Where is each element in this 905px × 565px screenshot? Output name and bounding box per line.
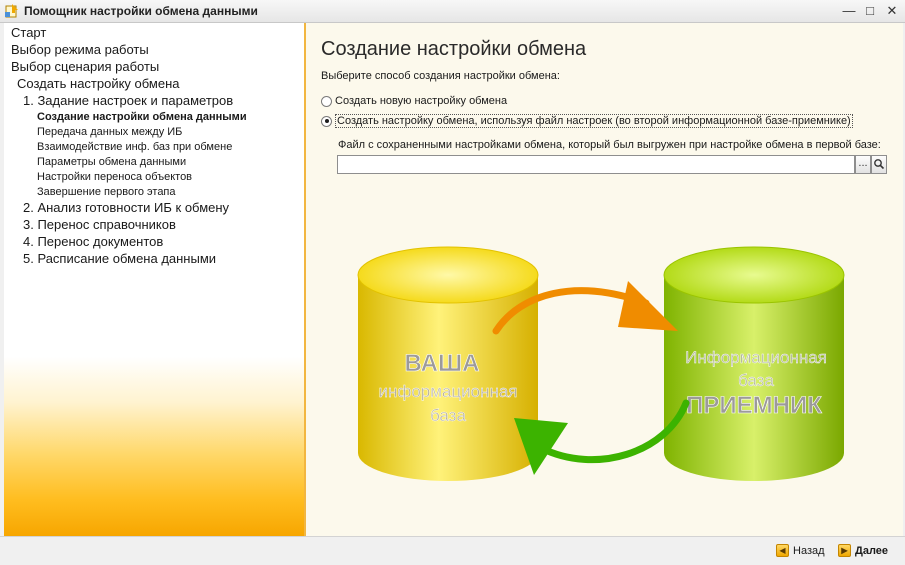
import-arrow-icon — [514, 399, 690, 475]
source-line1: ВАША — [405, 350, 480, 377]
main-panel: Создание настройки обмена Выберите спосо… — [306, 23, 903, 536]
minimize-icon[interactable]: — — [840, 2, 858, 20]
back-label: Назад — [793, 544, 825, 557]
close-icon[interactable]: ✕ — [883, 2, 901, 20]
sidebar-item-step-4[interactable]: 4. Перенос документов — [23, 234, 163, 249]
sidebar-item-mode[interactable]: Выбор режима работы — [11, 42, 149, 57]
sidebar-item-finish-stage[interactable]: Завершение первого этапа — [37, 186, 176, 198]
sidebar-item-interaction[interactable]: Взаимодействие инф. баз при обмене — [37, 141, 232, 153]
back-button[interactable]: ◀ Назад — [776, 542, 825, 559]
target-line3: ПРИЕМНИК — [686, 392, 822, 419]
target-db-icon: Информационная база ПРИЕМНИК — [663, 246, 845, 481]
page-title: Создание настройки обмена — [321, 38, 587, 60]
sidebar-item-step-3[interactable]: 3. Перенос справочников — [23, 217, 176, 232]
search-icon — [874, 159, 885, 170]
sidebar-item-step-1[interactable]: 1. Задание настроек и параметров — [23, 93, 233, 108]
method-prompt: Выберите способ создания настройки обмен… — [321, 70, 560, 82]
option-from-file[interactable]: Создать настройку обмена, используя файл… — [321, 113, 853, 129]
sidebar-item-start[interactable]: Старт — [11, 25, 46, 40]
radio-from-file[interactable] — [321, 115, 332, 127]
sidebar-item-parameters[interactable]: Параметры обмена данными — [37, 156, 186, 168]
title-bar: Помощник настройки обмена данными — □ ✕ — [0, 0, 905, 23]
window-title: Помощник настройки обмена данными — [24, 4, 258, 18]
sidebar-item-data-transfer[interactable]: Передача данных между ИБ — [37, 126, 182, 138]
sidebar-item-step-2[interactable]: 2. Анализ готовности ИБ к обмену — [23, 200, 229, 215]
app-icon — [5, 4, 18, 18]
source-line3: база — [430, 406, 466, 425]
sidebar-item-object-transfer[interactable]: Настройки переноса объектов — [37, 171, 192, 183]
next-label: Далее — [855, 544, 889, 557]
option-from-file-label[interactable]: Создать настройку обмена, используя файл… — [335, 114, 853, 128]
open-file-button[interactable] — [871, 155, 887, 174]
file-field-label: Файл с сохраненными настройками обмена, … — [338, 139, 881, 151]
maximize-icon[interactable]: □ — [861, 2, 879, 20]
sidebar-item-scenario[interactable]: Выбор сценария работы — [11, 59, 159, 74]
arrow-left-icon: ◀ — [776, 544, 789, 557]
sidebar-item-create-settings-current[interactable]: Создание настройки обмена данными — [37, 111, 247, 123]
next-button[interactable]: ▶ Далее — [838, 542, 888, 559]
steps-sidebar: Старт Выбор режима работы Выбор сценария… — [4, 23, 306, 536]
source-line2: информационная — [378, 382, 517, 401]
target-line2: база — [738, 371, 774, 390]
option-new-settings-label[interactable]: Создать новую настройку обмена — [335, 95, 507, 107]
settings-file-input[interactable] — [337, 155, 855, 174]
radio-new-settings[interactable] — [321, 95, 332, 107]
footer-bar: ◀ Назад ▶ Далее — [0, 536, 905, 565]
sidebar-item-step-5[interactable]: 5. Расписание обмена данными — [23, 251, 216, 266]
browse-button[interactable]: ... — [855, 155, 871, 174]
source-db-icon: ВАША информационная база — [357, 246, 539, 481]
target-line1: Информационная — [685, 348, 827, 367]
arrow-right-icon: ▶ — [838, 544, 851, 557]
exchange-illustration: ВАША информационная база Информационная … — [357, 246, 845, 481]
sidebar-item-create-exchange[interactable]: Создать настройку обмена — [17, 76, 180, 91]
option-new-settings[interactable]: Создать новую настройку обмена — [321, 93, 507, 109]
